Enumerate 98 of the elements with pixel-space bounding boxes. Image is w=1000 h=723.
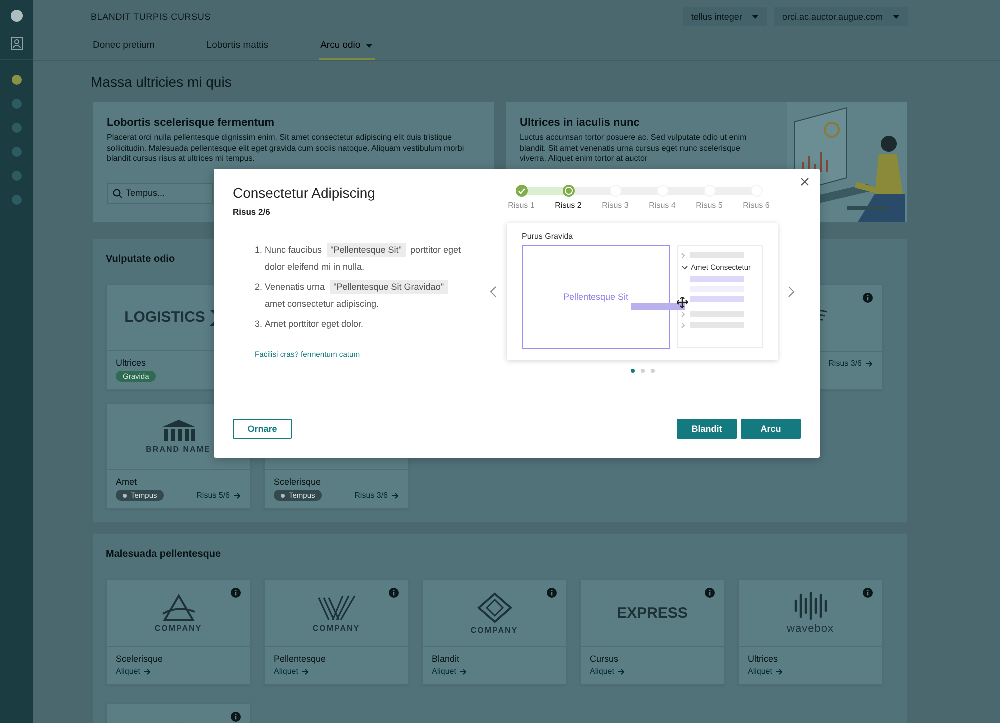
- nav-tab[interactable]: Lobortis mattis: [204, 33, 271, 60]
- step-label: Risus 6: [743, 201, 770, 210]
- search-field[interactable]: Tempus...: [107, 182, 213, 204]
- product-card[interactable]: EXPRESS Cursus Aliquet: [580, 579, 725, 685]
- arrow-right-icon: [144, 668, 152, 674]
- secondary-button[interactable]: Ornare: [233, 419, 292, 439]
- logo-text: wavebox: [787, 623, 834, 635]
- card-title: Scelerisque: [116, 654, 164, 664]
- arrow-right-icon: [392, 492, 399, 498]
- app-title: BLANDIT TURPIS CURSUS: [91, 12, 211, 22]
- step-circle[interactable]: [562, 185, 574, 197]
- caret-icon: [893, 14, 900, 18]
- info-icon[interactable]: [863, 293, 873, 303]
- contact-card-icon[interactable]: [10, 37, 22, 50]
- card-link[interactable]: Aliquet: [748, 667, 784, 676]
- arrow-right-icon: [866, 360, 873, 366]
- list-number: 3.: [255, 318, 264, 331]
- sidebar-icon[interactable]: [12, 75, 22, 85]
- stripes-logo-icon: [316, 594, 356, 622]
- card-title: Amet: [116, 477, 138, 487]
- preview-title: Purus Gravida: [522, 232, 574, 241]
- card-link[interactable]: Risus 3/6: [828, 359, 873, 368]
- card-description: Luctus accumsan tortor posuere ac. Sed vulputate odio ut enim blandit. Sit amet venenatis urna cursus eget nunc scelerisque viverra. Aliquet enim tortor at auctor: [520, 133, 748, 164]
- card-link[interactable]: Risus 5/6: [196, 491, 241, 500]
- search-icon: [113, 188, 122, 198]
- product-card[interactable]: COMPANY Scelerisque Aliquet: [106, 579, 251, 685]
- dropdown[interactable]: tellus integer: [683, 7, 768, 26]
- diamond-logo-icon: [476, 592, 512, 624]
- close-icon[interactable]: [801, 178, 809, 186]
- step-label: Risus 3: [602, 201, 629, 210]
- info-icon[interactable]: [863, 588, 873, 598]
- step-label: Risus 2: [555, 201, 582, 210]
- page-dot[interactable]: [630, 369, 634, 373]
- primary-button[interactable]: Arcu: [741, 419, 801, 439]
- logo-text: COMPANY: [154, 624, 202, 632]
- page-dot[interactable]: [650, 369, 654, 373]
- dialog-title: Consectetur Adipiscing: [233, 185, 376, 201]
- chevron-left-icon[interactable]: [490, 286, 497, 298]
- logo-text: EXPRESS: [617, 604, 688, 622]
- page-title: Massa ultricies mi quis: [91, 73, 233, 92]
- nav-tab[interactable]: Donec pretium: [91, 33, 157, 60]
- list-number: 2.: [255, 281, 264, 294]
- caret-icon: [752, 14, 760, 18]
- info-icon[interactable]: [705, 588, 715, 598]
- step-label: Risus 5: [696, 201, 723, 210]
- arrow-right-icon: [776, 668, 784, 674]
- card-title: Ultrices: [116, 358, 148, 368]
- building-logo-icon: [160, 419, 196, 443]
- list-number: 1.: [255, 244, 264, 257]
- card-link[interactable]: Aliquet: [432, 667, 468, 676]
- arrow-right-icon: [302, 668, 310, 674]
- logo-text: COMPANY: [470, 626, 518, 634]
- step-label: Risus 4: [649, 201, 676, 210]
- page-dot[interactable]: [640, 369, 644, 373]
- card-title: Scelerisque: [274, 477, 322, 487]
- arrow-right-icon: [618, 668, 626, 674]
- instruction-text: Venenatis urna "Pellentesque Sit Gravidao" amet consectetur adipiscing.: [264, 279, 470, 313]
- info-icon[interactable]: [389, 588, 399, 598]
- card-title: Ultrices: [748, 654, 780, 664]
- card-title: Cursus: [590, 654, 620, 664]
- info-icon[interactable]: [231, 712, 241, 722]
- logo-text: BRAND NAME: [146, 445, 211, 454]
- drop-area: Pellentesque Sit: [522, 245, 670, 349]
- primary-button[interactable]: Blandit: [677, 419, 737, 439]
- card-description: Placerat orci nulla pellentesque dignissim enim. Sit amet consectetur adipiscing elit duis tristique sollicitudin. Malesuada pellentesque elit eget gravida cum sociis natoque. Aliquam vestibulum morbi blandit cursus risus at ultrices mi tempus.: [107, 133, 466, 164]
- logo-text: LOGISTICS: [124, 309, 206, 326]
- card-link[interactable]: Risus 3/6: [354, 491, 399, 500]
- card-link[interactable]: Aliquet: [590, 667, 626, 676]
- instruction-text: Amet porttitor eget dolor.: [264, 318, 364, 331]
- logo-icon[interactable]: [10, 10, 22, 22]
- card-link[interactable]: Aliquet: [274, 667, 310, 676]
- product-card[interactable]: COMPANY Blandit Aliquet: [422, 579, 567, 685]
- drag-bar: [631, 303, 685, 310]
- section-title: Malesuada pellentesque: [106, 548, 222, 562]
- chevron-right-icon[interactable]: [788, 286, 795, 298]
- wave-logo-icon: [792, 591, 828, 621]
- product-card[interactable]: COMPANY Pellentesque Aliquet: [264, 579, 409, 685]
- card-link[interactable]: Aliquet: [116, 667, 152, 676]
- instruction-text: Nunc faucibus "Pellentesque Sit" porttitor eget dolor eleifend mi in nulla.: [264, 242, 462, 274]
- arrow-right-icon: [234, 492, 241, 498]
- info-icon[interactable]: [231, 588, 241, 598]
- move-cursor-icon: [677, 297, 688, 308]
- card-title: Ultrices in iaculis nunc: [520, 117, 641, 129]
- nav-tab[interactable]: Arcu odio: [318, 33, 375, 60]
- step-label: Risus 1: [508, 201, 535, 210]
- dropdown[interactable]: orci.ac.auctor.augue.com: [774, 7, 908, 26]
- card-title: Pellentesque: [274, 654, 328, 664]
- info-icon[interactable]: [547, 588, 557, 598]
- check-icon[interactable]: [516, 185, 528, 197]
- triangle-logo-icon: [160, 594, 196, 622]
- arrow-right-icon: [460, 668, 468, 674]
- product-card[interactable]: wavebox Ultrices Aliquet: [738, 579, 883, 685]
- card-title: Blandit: [432, 654, 461, 664]
- card-title: Lobortis scelerisque fermentum: [107, 117, 276, 129]
- logo-text: COMPANY: [312, 624, 360, 632]
- chevron-down-icon: [682, 266, 688, 270]
- step-counter: Risus 2/6: [233, 207, 272, 217]
- section-title: Vulputate odio: [106, 253, 176, 267]
